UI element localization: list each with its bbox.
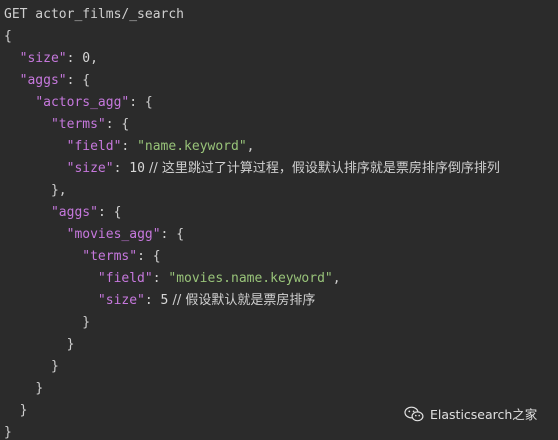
- code-line-8: "size": 10 // 这里跳过了计算过程，假设默认排序就是票房排序倒序排列: [4, 158, 558, 180]
- code-line-7: "field": "name.keyword",: [4, 136, 558, 158]
- colon-brace: : {: [105, 117, 130, 132]
- brace: }: [50, 359, 59, 374]
- code-line-18: }: [4, 378, 558, 400]
- colon: :: [152, 271, 169, 286]
- brace: }: [4, 425, 12, 440]
- code-line-17: }: [4, 356, 558, 378]
- code-editor: GET actor_films/_search { "size": 0, "ag…: [0, 0, 558, 440]
- colon-brace: : {: [97, 205, 122, 220]
- colon: :: [113, 161, 130, 176]
- code-line-5: "actors_agg": {: [4, 92, 558, 114]
- colon-brace: : {: [160, 227, 185, 242]
- code-line-15: }: [4, 312, 558, 334]
- json-key: "size": [19, 51, 67, 66]
- json-string: "name.keyword": [137, 139, 247, 154]
- code-line-12: "terms": {: [4, 246, 558, 268]
- json-key: "size": [97, 293, 145, 308]
- json-key: "size": [66, 161, 114, 176]
- json-string: "movies.name.keyword": [168, 271, 333, 286]
- code-line-16: }: [4, 334, 558, 356]
- code-comment: // 假设默认就是票房排序: [168, 293, 316, 308]
- brace: }: [35, 381, 44, 396]
- json-key: "terms": [82, 249, 138, 264]
- json-number: 0: [82, 51, 91, 66]
- watermark: Elasticsearch之家: [404, 404, 537, 423]
- json-number: 10: [129, 161, 145, 176]
- colon: :: [121, 139, 138, 154]
- code-line-3: "size": 0,: [4, 48, 558, 70]
- code-line-1: GET actor_films/_search: [4, 4, 558, 26]
- json-key: "terms": [50, 117, 106, 132]
- code-line-4: "aggs": {: [4, 70, 558, 92]
- json-key: "field": [97, 271, 153, 286]
- request-line: GET actor_films/_search: [4, 7, 185, 22]
- colon-brace: : {: [129, 95, 153, 110]
- json-key: "aggs": [50, 205, 98, 220]
- brace: {: [4, 29, 12, 44]
- comma: ,: [90, 51, 98, 66]
- code-line-13: "field": "movies.name.keyword",: [4, 268, 558, 290]
- code-line-10: "aggs": {: [4, 202, 558, 224]
- comma: ,: [246, 139, 255, 154]
- json-key: "aggs": [19, 73, 67, 88]
- brace: }: [82, 315, 91, 330]
- brace: },: [50, 183, 67, 198]
- brace: }: [19, 403, 28, 418]
- colon-brace: : {: [137, 249, 161, 264]
- code-line-20: }: [4, 422, 558, 440]
- watermark-text: Elasticsearch之家: [430, 407, 538, 422]
- brace: }: [66, 337, 75, 352]
- code-comment: // 这里跳过了计算过程，假设默认排序就是票房排序倒序排列: [144, 161, 500, 176]
- wechat-icon: [404, 406, 424, 421]
- code-line-11: "movies_agg": {: [4, 224, 558, 246]
- json-key: "movies_agg": [66, 227, 161, 242]
- code-line-6: "terms": {: [4, 114, 558, 136]
- json-key: "actors_agg": [35, 95, 130, 110]
- json-key: "field": [66, 139, 122, 154]
- code-line-14: "size": 5 // 假设默认就是票房排序: [4, 290, 558, 312]
- code-line-9: },: [4, 180, 558, 202]
- colon: :: [144, 293, 161, 308]
- colon-brace: : {: [66, 73, 91, 88]
- comma: ,: [332, 271, 341, 286]
- colon: :: [66, 51, 83, 66]
- code-line-2: {: [4, 26, 558, 48]
